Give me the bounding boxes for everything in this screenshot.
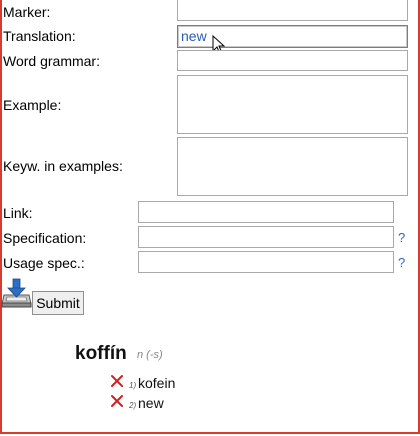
usage-spec-input[interactable] — [138, 251, 394, 273]
word-grammar-text: n (-s) — [137, 349, 163, 361]
translation-text: new — [138, 395, 164, 411]
usage-spec-help-link[interactable]: ? — [398, 255, 405, 270]
headword: koffín — [75, 343, 127, 364]
usage-spec-label: Usage spec.: — [3, 255, 85, 271]
delete-icon[interactable] — [110, 394, 124, 408]
save-tray-icon — [1, 278, 32, 308]
translation-label: Translation: — [3, 28, 76, 44]
translation-number: 2) — [129, 401, 137, 410]
delete-icon[interactable] — [110, 374, 124, 388]
specification-input[interactable] — [138, 226, 394, 248]
specification-help-link[interactable]: ? — [398, 230, 405, 245]
marker-input[interactable] — [177, 0, 408, 21]
link-input[interactable] — [138, 201, 394, 223]
marker-label: Marker: — [3, 4, 51, 20]
keywords-label: Keyw. in examples: — [3, 158, 123, 174]
word-grammar-input[interactable] — [177, 50, 408, 71]
specification-label: Specification: — [3, 230, 87, 246]
keywords-textarea[interactable] — [177, 137, 408, 196]
example-label: Example: — [3, 97, 62, 113]
translation-number: 1) — [129, 381, 137, 390]
link-label: Link: — [3, 205, 33, 221]
example-textarea[interactable] — [177, 75, 408, 134]
word-grammar-label: Word grammar: — [3, 53, 100, 69]
translation-text: kofein — [138, 375, 176, 391]
submit-button[interactable]: Submit — [32, 291, 84, 315]
